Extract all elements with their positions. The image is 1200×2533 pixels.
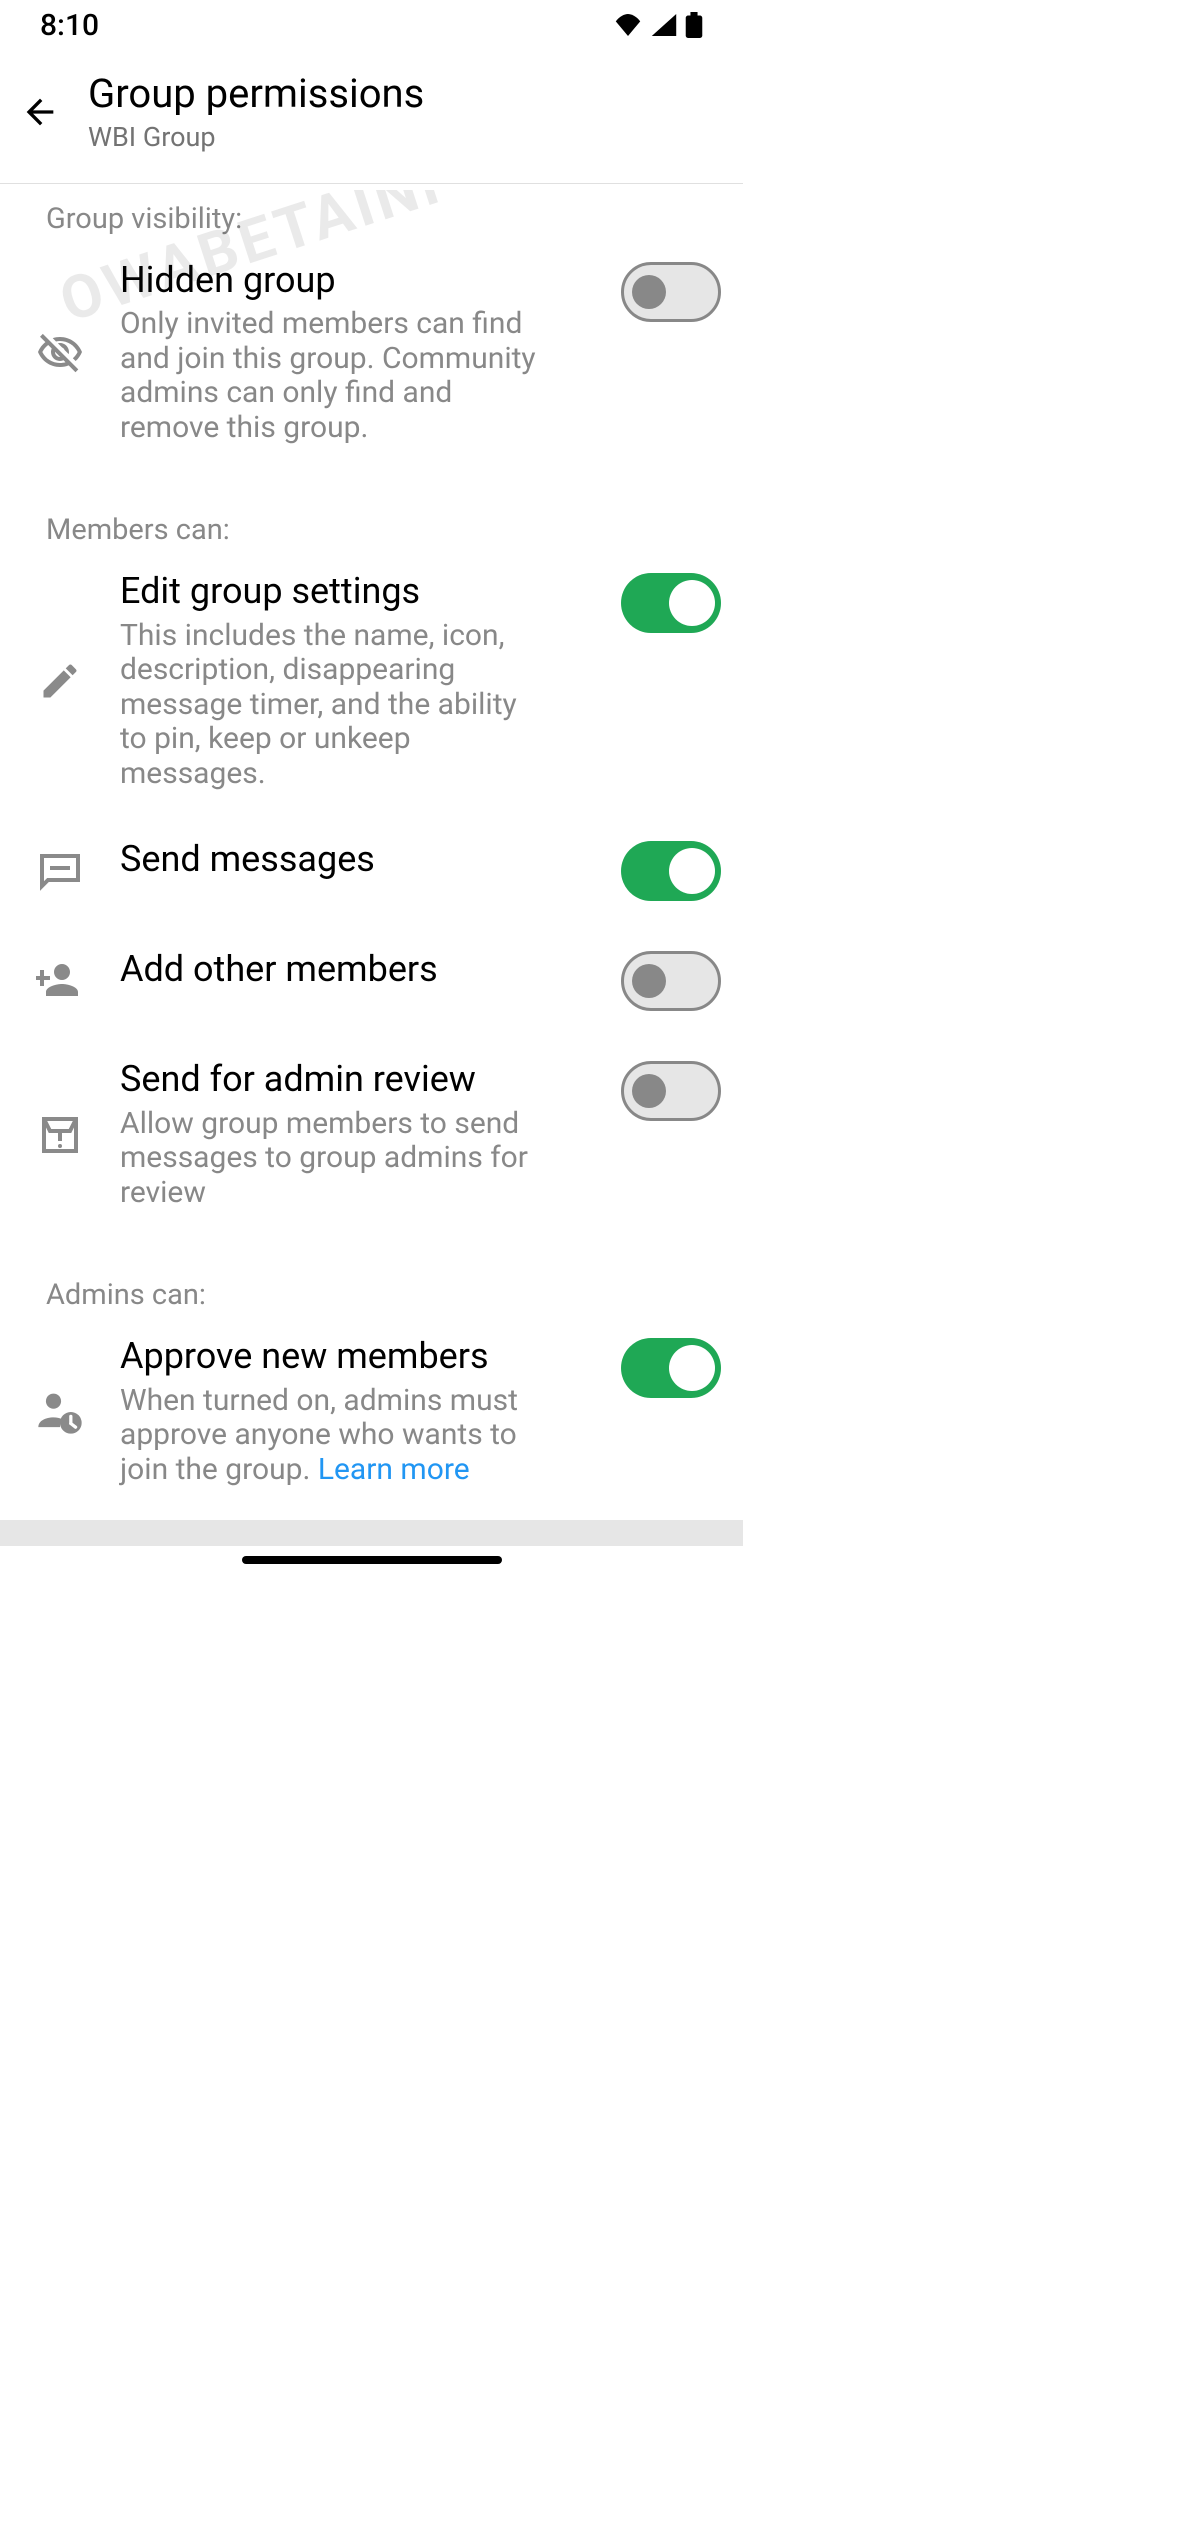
row-hidden-group[interactable]: Hidden group Only invited members can fi… <box>0 236 743 469</box>
row-title: Edit group settings <box>120 571 591 612</box>
row-content: Edit group settings This includes the na… <box>120 571 591 791</box>
row-desc: Allow group members to send messages to … <box>120 1107 550 1211</box>
pending-people-icon <box>30 1382 90 1442</box>
back-button[interactable] <box>18 90 62 134</box>
phone-frame: 8:10 Group permissions WBI Group OWABE <box>0 0 743 1574</box>
row-send-messages[interactable]: Send messages <box>0 815 743 925</box>
row-desc: Only invited members can find and join t… <box>120 307 550 445</box>
nav-handle[interactable] <box>242 1556 502 1564</box>
toggle-send-messages[interactable] <box>621 841 721 901</box>
toggle-hidden-group[interactable] <box>621 262 721 322</box>
status-icons <box>613 12 703 38</box>
row-title: Send for admin review <box>120 1059 591 1100</box>
row-title: Approve new members <box>120 1336 591 1377</box>
row-content: Hidden group Only invited members can fi… <box>120 260 591 445</box>
toggle-admin-review[interactable] <box>621 1061 721 1121</box>
row-content: Approve new members When turned on, admi… <box>120 1336 591 1487</box>
header-text: Group permissions WBI Group <box>88 70 424 153</box>
inbox-alert-icon <box>30 1105 90 1165</box>
toggle-add-members[interactable] <box>621 951 721 1011</box>
toggle-approve-members[interactable] <box>621 1338 721 1398</box>
row-add-members[interactable]: Add other members <box>0 925 743 1035</box>
visibility-off-icon <box>30 323 90 383</box>
arrow-back-icon <box>20 92 60 132</box>
edit-icon <box>30 651 90 711</box>
row-desc: This includes the name, icon, descriptio… <box>120 619 550 792</box>
header: Group permissions WBI Group <box>0 50 743 183</box>
row-desc: When turned on, admins must approve anyo… <box>120 1384 550 1488</box>
row-approve-members[interactable]: Approve new members When turned on, admi… <box>0 1312 743 1511</box>
section-label-members: Members can: <box>0 495 743 547</box>
status-time: 8:10 <box>40 8 99 43</box>
header-title: Group permissions <box>88 70 424 117</box>
row-content: Send messages <box>120 839 591 880</box>
learn-more-link[interactable]: Learn more <box>318 1452 470 1487</box>
person-add-icon <box>30 950 90 1010</box>
message-icon <box>30 840 90 900</box>
row-edit-settings[interactable]: Edit group settings This includes the na… <box>0 547 743 815</box>
row-content: Add other members <box>120 949 591 990</box>
section-label-admins: Admins can: <box>0 1260 743 1312</box>
row-title: Hidden group <box>120 260 591 301</box>
battery-icon <box>685 12 703 38</box>
wifi-icon <box>613 14 643 36</box>
section-label-visibility: Group visibility: <box>0 184 743 236</box>
toggle-edit-settings[interactable] <box>621 573 721 633</box>
cellular-icon <box>651 14 677 36</box>
header-subtitle: WBI Group <box>88 121 424 153</box>
status-bar: 8:10 <box>0 0 743 50</box>
row-admin-review[interactable]: Send for admin review Allow group member… <box>0 1035 743 1234</box>
row-title: Add other members <box>120 949 591 990</box>
row-title: Send messages <box>120 839 591 880</box>
bottom-band <box>0 1520 743 1546</box>
row-content: Send for admin review Allow group member… <box>120 1059 591 1210</box>
